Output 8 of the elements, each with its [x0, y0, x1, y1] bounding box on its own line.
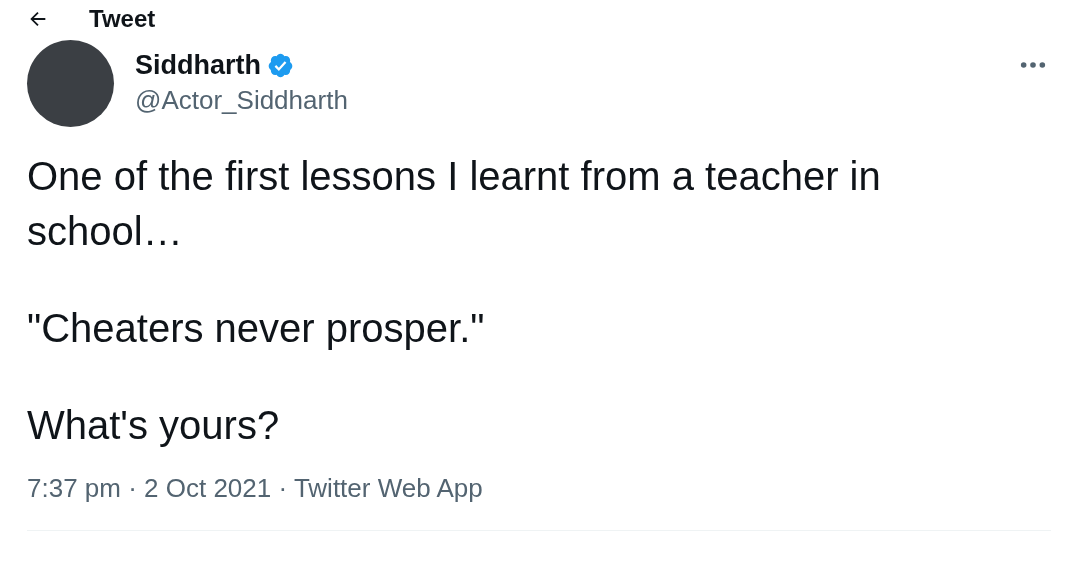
author-name[interactable]: Siddharth [135, 49, 261, 81]
author-handle[interactable]: @Actor_Siddharth [135, 84, 348, 116]
tweet-paragraph: What's yours? [27, 402, 281, 449]
header-title: Tweet [89, 5, 156, 33]
tweet-paragraph: "Cheaters never prosper." [27, 305, 486, 352]
tweet-paragraph: One of the first lessons I learnt from a teacher in school… [27, 153, 882, 255]
tweet-timestamp[interactable]: 7:37 pm · 2 Oct 2021 · Twitter Web App [27, 473, 483, 504]
more-options-icon[interactable] [1019, 60, 1047, 70]
